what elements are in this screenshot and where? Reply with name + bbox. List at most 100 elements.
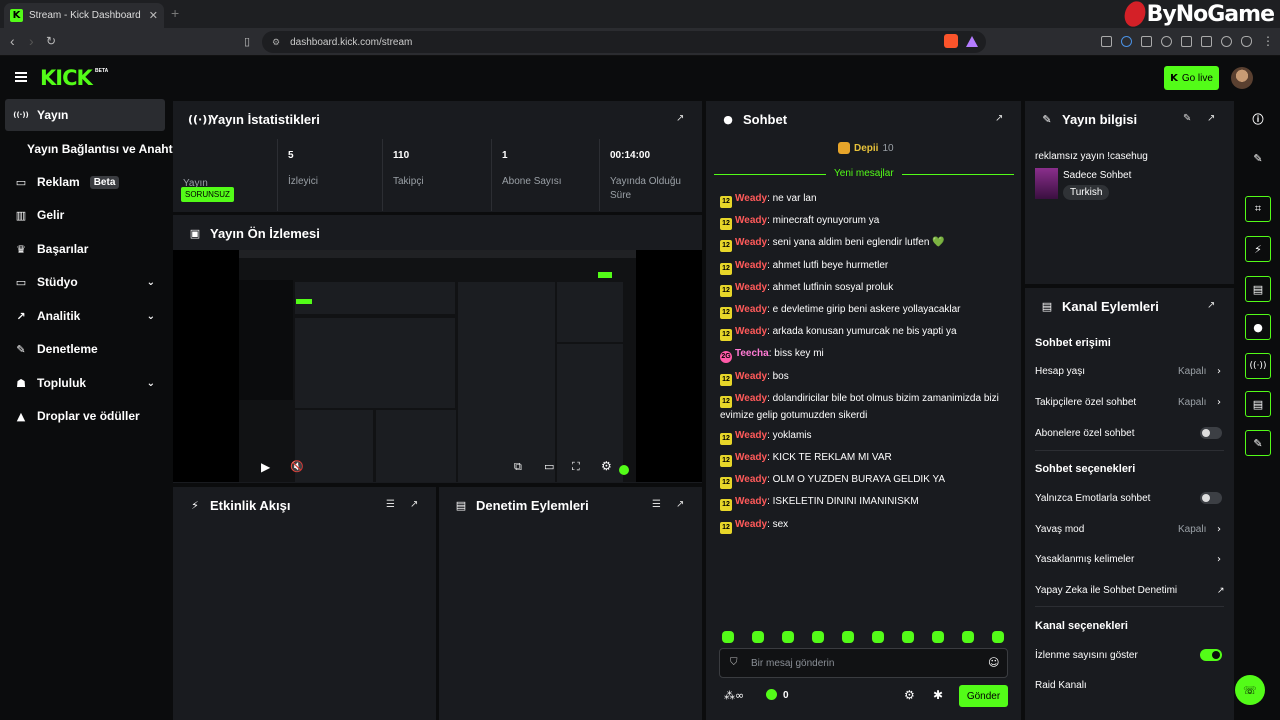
chat-input[interactable]: ⛉ Bir mesaj gönderin ☺ bbox=[719, 648, 1008, 678]
chat-username[interactable]: Weady bbox=[735, 452, 767, 463]
emote-icon[interactable] bbox=[902, 631, 914, 643]
emote-icon[interactable] bbox=[812, 631, 824, 643]
browser-tab[interactable]: K Stream - Kick Dashboard ✕ bbox=[4, 3, 164, 28]
chevron-down-icon[interactable]: ⌄ bbox=[147, 378, 155, 389]
account-age-row[interactable]: Hesap yaşı Kapalı › bbox=[1035, 366, 1225, 377]
chat-username[interactable]: Weady bbox=[735, 237, 767, 248]
chevron-down-icon[interactable]: ⌄ bbox=[147, 311, 155, 322]
filter-icon[interactable]: ☰ bbox=[652, 499, 661, 510]
chat-message[interactable]: 12 Weady: arkada konusan yumurcak ne bis … bbox=[720, 324, 1005, 341]
chat-message[interactable]: 12 Weady: ISKELETIN DININI IMANINISKM bbox=[720, 494, 1005, 511]
emote-icon[interactable] bbox=[992, 631, 1004, 643]
go-live-button[interactable]: K Go live bbox=[1164, 66, 1219, 90]
chat-message[interactable]: 12 Weady: minecraft oynuyorum ya bbox=[720, 213, 1005, 230]
followers-only-row[interactable]: Takipçilere özel sohbet Kapalı › bbox=[1035, 397, 1225, 408]
chat-message[interactable]: 12 Weady: sex bbox=[720, 517, 1005, 534]
wallet-icon[interactable] bbox=[1201, 36, 1212, 47]
chat-message[interactable]: 12 Weady: seni yana aldim beni eglendir l… bbox=[720, 235, 1005, 252]
chat-message[interactable]: 12 Weady: OLM O YUZDEN BURAYA GELDIK YA bbox=[720, 472, 1005, 489]
actions-icon[interactable]: ▤ bbox=[1245, 391, 1271, 417]
sidebar-item-8[interactable]: ☗ Topluluk ⌄ bbox=[5, 367, 165, 399]
raid-channel-row[interactable]: Raid Kanalı bbox=[1035, 680, 1225, 691]
broadcast-icon[interactable]: ((·)) bbox=[1245, 353, 1271, 379]
chat-username[interactable]: Weady bbox=[735, 282, 767, 293]
chat-message[interactable]: 12 Weady: ahmet lutfi beye hurmetler bbox=[720, 258, 1005, 275]
subs-only-toggle[interactable] bbox=[1200, 427, 1222, 439]
emote-icon[interactable] bbox=[752, 631, 764, 643]
chat-message[interactable]: 12 Weady: e devletime girip beni askere y… bbox=[720, 302, 1005, 319]
back-icon[interactable]: ‹ bbox=[10, 33, 15, 49]
slow-mode-row[interactable]: Yavaş mod Kapalı › bbox=[1035, 524, 1225, 535]
menu-dots-icon[interactable]: ⋮ bbox=[1262, 34, 1274, 48]
emote-icon[interactable] bbox=[872, 631, 884, 643]
ai-moderation-row[interactable]: Yapay Zeka ile Sohbet Denetimi ↗ bbox=[1035, 585, 1225, 596]
settings-icon[interactable]: ⚙ bbox=[601, 459, 612, 473]
emote-icon[interactable] bbox=[842, 631, 854, 643]
chat-message[interactable]: 12 Weady: KICK TE REKLAM MI VAR bbox=[720, 450, 1005, 467]
url-field[interactable]: ⚙ dashboard.kick.com/stream bbox=[262, 31, 986, 53]
mute-icon[interactable]: 🔇 bbox=[290, 460, 304, 473]
chat-message[interactable]: 12 Weady: yoklamis bbox=[720, 428, 1005, 445]
chat-settings-icon[interactable]: ⚙ bbox=[904, 688, 915, 702]
sidebar-item-1[interactable]: Yayın Bağlantısı ve Anahtarı bbox=[5, 133, 187, 165]
popout-icon[interactable]: ↗ bbox=[995, 113, 1003, 124]
close-tab-icon[interactable]: ✕ bbox=[149, 9, 158, 22]
banned-words-row[interactable]: Yasaklanmış kelimeler › bbox=[1035, 554, 1225, 565]
emote-icon[interactable] bbox=[932, 631, 944, 643]
show-viewers-toggle[interactable] bbox=[1200, 649, 1222, 661]
site-info-icon[interactable]: ⚙ bbox=[272, 37, 280, 48]
profile-icon[interactable] bbox=[1221, 36, 1232, 47]
sidebar-item-3[interactable]: ▥ Gelir bbox=[5, 199, 165, 231]
chat-username[interactable]: Weady bbox=[735, 215, 767, 226]
hamburger-icon[interactable] bbox=[15, 72, 27, 82]
popout-icon[interactable]: ↗ bbox=[410, 499, 418, 510]
emoji-icon[interactable]: ☺ bbox=[988, 656, 999, 669]
wrench-icon[interactable]: ✎ bbox=[1245, 430, 1271, 456]
chat-message[interactable]: 12 Weady: ahmet lutfinin sosyal proluk bbox=[720, 280, 1005, 297]
chat-username[interactable]: Weady bbox=[735, 371, 767, 382]
brave-shield-icon[interactable] bbox=[944, 34, 958, 48]
robot-icon[interactable]: ✱ bbox=[933, 688, 943, 702]
chat-username[interactable]: Weady bbox=[735, 430, 767, 441]
popout-icon[interactable]: ↗ bbox=[676, 113, 684, 124]
sidebar-item-9[interactable]: ▲ Droplar ve ödüller bbox=[5, 400, 165, 432]
puzzle-icon[interactable] bbox=[1141, 36, 1152, 47]
pinned-gifter[interactable]: Depii 10 bbox=[838, 142, 894, 154]
chat-username[interactable]: Weady bbox=[735, 393, 767, 404]
category-thumbnail[interactable] bbox=[1035, 168, 1058, 199]
play-icon[interactable]: ▶ bbox=[261, 460, 270, 474]
sidebar-item-6[interactable]: ↗ Analitik ⌄ bbox=[5, 300, 165, 332]
chat-username[interactable]: Weady bbox=[735, 519, 767, 530]
avatar[interactable] bbox=[1231, 67, 1253, 89]
edit-icon[interactable]: ✎ bbox=[1245, 145, 1271, 171]
chat-username[interactable]: Weady bbox=[735, 474, 767, 485]
chat-message[interactable]: 12 Weady: bos bbox=[720, 369, 1005, 386]
fullscreen-icon[interactable]: ⌗ bbox=[1245, 196, 1271, 222]
reload-icon[interactable]: ↻ bbox=[46, 34, 56, 48]
music-icon[interactable] bbox=[1161, 36, 1172, 47]
video-player[interactable]: ▶ 🔇 ⧉ ▭ ⛶ ⚙ bbox=[173, 250, 702, 482]
sidebar-item-4[interactable]: ♛ Başarılar bbox=[5, 233, 165, 265]
forward-icon[interactable]: › bbox=[29, 33, 34, 49]
info-icon[interactable]: ⓘ bbox=[1245, 106, 1271, 132]
lightning-icon[interactable]: ⚡ bbox=[1245, 236, 1271, 262]
theater-icon[interactable]: ▭ bbox=[544, 460, 554, 473]
chat-icon[interactable]: ● bbox=[1245, 314, 1271, 340]
chat-message[interactable]: 12 Weady: ne var lan bbox=[720, 191, 1005, 208]
chat-username[interactable]: Weady bbox=[735, 193, 767, 204]
chevron-down-icon[interactable]: ⌄ bbox=[147, 277, 155, 288]
vpn-icon[interactable] bbox=[1121, 36, 1132, 47]
shield-icon[interactable] bbox=[1241, 36, 1252, 47]
chat-username[interactable]: Teecha bbox=[735, 348, 769, 359]
category-name[interactable]: Sadece Sohbet bbox=[1063, 170, 1131, 181]
sidebar-icon[interactable] bbox=[1181, 36, 1192, 47]
brave-rewards-icon[interactable] bbox=[966, 36, 978, 47]
viewers-infinity-icon[interactable]: ⁂∞ bbox=[724, 689, 744, 702]
chat-username[interactable]: Weady bbox=[735, 260, 767, 271]
popout-icon[interactable]: ↗ bbox=[676, 499, 684, 510]
document-icon[interactable]: ▤ bbox=[1245, 276, 1271, 302]
sidebar-item-0[interactable]: ((·)) Yayın bbox=[5, 99, 165, 131]
extension-icon[interactable] bbox=[1101, 36, 1112, 47]
popout-icon[interactable]: ↗ bbox=[1207, 113, 1215, 124]
edit-icon[interactable]: ✎ bbox=[1183, 113, 1191, 124]
